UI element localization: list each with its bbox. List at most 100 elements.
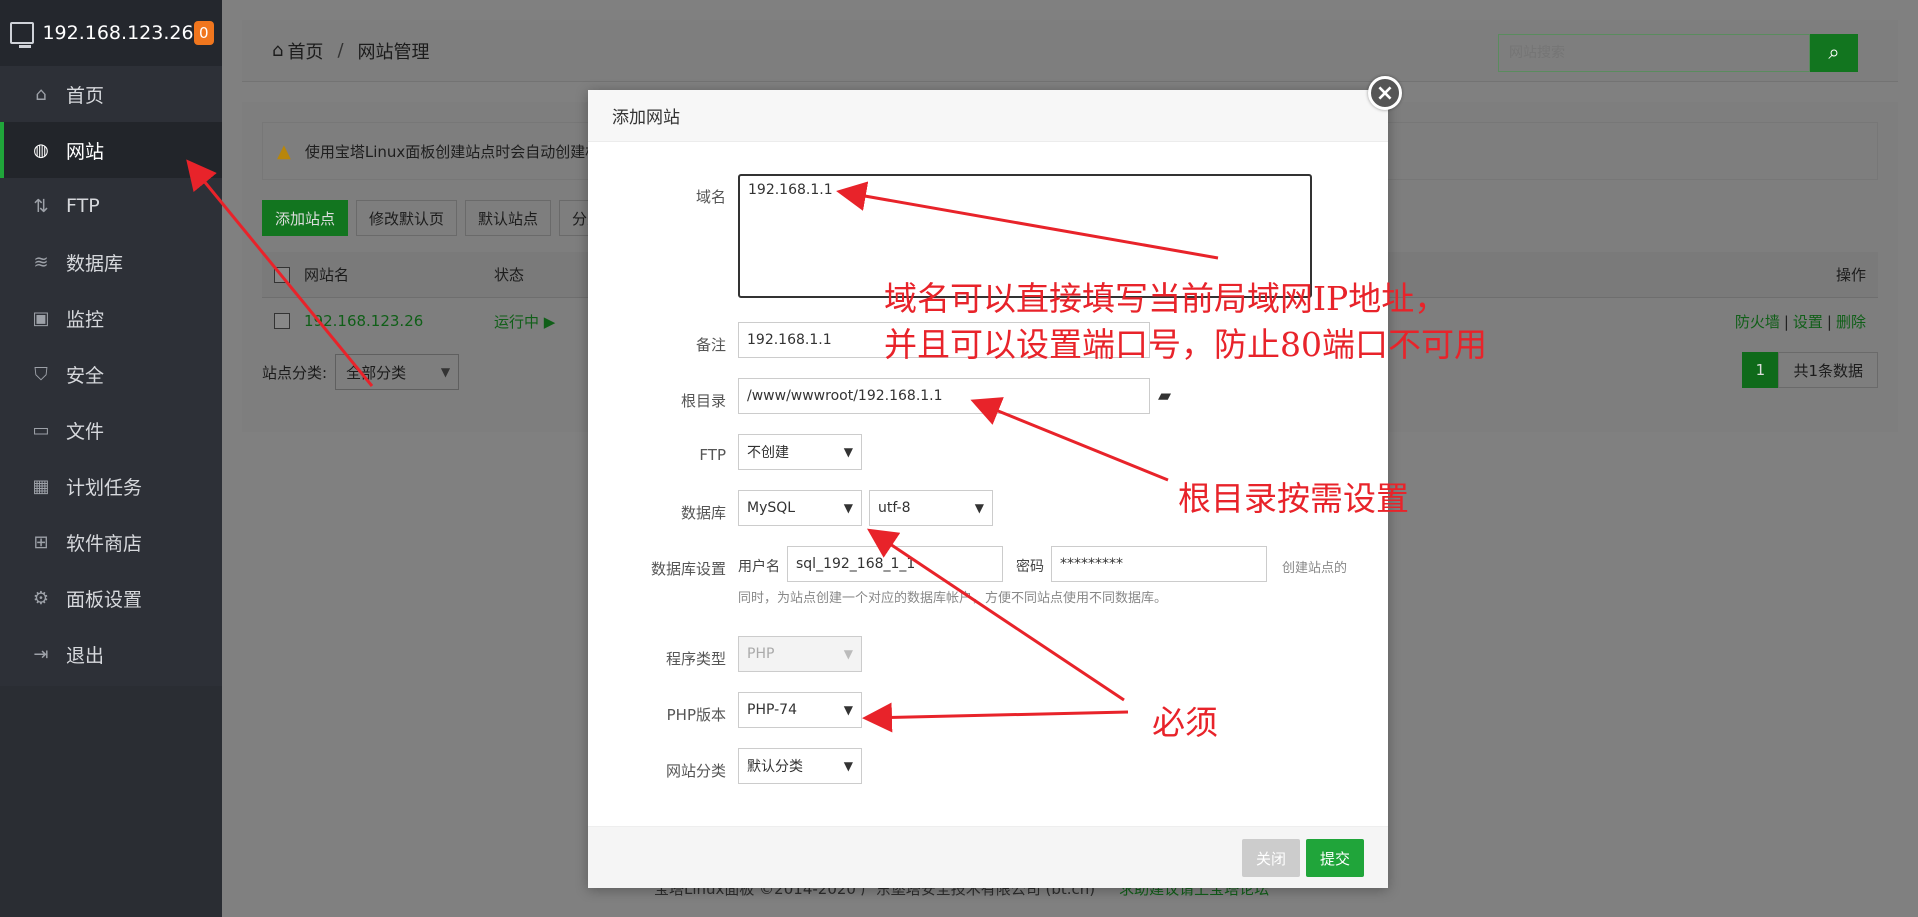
row-checkbox[interactable]: [274, 313, 290, 329]
sidebar-item-label: 首页: [66, 84, 105, 107]
apps-icon: ⊞: [33, 531, 49, 553]
logout-icon: ⇥: [33, 643, 49, 665]
root-label: 根目录: [680, 392, 726, 410]
breadcrumb-current: 网站管理: [357, 41, 430, 63]
host-ip: 192.168.123.26: [42, 22, 194, 44]
dialog-footer: 关闭 提交: [588, 826, 1388, 888]
page-number[interactable]: 1: [1742, 352, 1779, 388]
monitor-icon: [10, 22, 35, 48]
sidebar-lower: [0, 686, 222, 917]
chevron-down-icon: ▼: [843, 703, 853, 717]
php-version-select[interactable]: PHP-74 ▼: [738, 692, 862, 728]
chevron-down-icon: ▼: [974, 501, 984, 515]
breadcrumb: ⌂ 首页 / 网站管理 ⌕: [242, 20, 1898, 82]
sidebar-item-4[interactable]: ▣ 监控: [0, 290, 222, 346]
db-hint-1: 创建站点的: [1282, 561, 1348, 576]
row-ops: 防火墙 | 设置 | 删除: [1734, 312, 1866, 331]
db-username-input[interactable]: sql_192_168_1_1: [787, 546, 1003, 582]
host-header: 192.168.123.26 0: [0, 0, 222, 66]
sidebar-item-label: 软件商店: [66, 532, 143, 555]
root-dir-input[interactable]: /www/wwwroot/192.168.1.1: [738, 378, 1150, 414]
sidebar-item-0[interactable]: ⌂ 首页: [0, 66, 222, 122]
username-label: 用户名: [738, 559, 780, 575]
charset-select[interactable]: utf-8 ▼: [869, 490, 993, 526]
annotation-domain-1: 域名可以直接填写当前局域网IP地址，: [884, 279, 1448, 318]
globe-icon: ◍: [33, 139, 49, 161]
php-version-label: PHP版本: [666, 706, 726, 724]
ftp-label: FTP: [699, 446, 726, 464]
ftp-icon: ⇅: [33, 195, 49, 217]
modify-default-page-button[interactable]: 修改默认页: [356, 200, 458, 236]
folder-open-icon[interactable]: ▰: [1158, 386, 1171, 406]
chevron-down-icon: ▼: [440, 365, 451, 379]
filter-label: 站点分类:: [262, 363, 328, 382]
site-category-label: 网站分类: [665, 762, 726, 780]
close-icon[interactable]: ×: [1368, 76, 1402, 110]
gear-icon: ⚙: [32, 587, 50, 609]
sidebar-item-label: 计划任务: [66, 476, 143, 499]
home-icon[interactable]: ⌂: [272, 40, 283, 61]
sidebar-item-label: 数据库: [66, 252, 124, 275]
site-category-select[interactable]: 默认分类 ▼: [738, 748, 862, 784]
sidebar-item-2[interactable]: ⇅ FTP: [0, 178, 222, 234]
ftp-select[interactable]: 不创建 ▼: [738, 434, 862, 470]
home-icon: ⌂: [35, 83, 47, 105]
sidebar-item-7[interactable]: ▦ 计划任务: [0, 458, 222, 514]
chevron-down-icon: ▼: [843, 759, 853, 773]
sidebar-item-5[interactable]: ⛉ 安全: [0, 346, 222, 402]
select-all-checkbox[interactable]: [274, 266, 290, 283]
pagination: 1 共1条数据: [1742, 352, 1878, 388]
site-status[interactable]: 运行中 ▶: [494, 311, 555, 332]
program-type-label: 程序类型: [665, 650, 726, 668]
domain-label: 域名: [695, 188, 726, 206]
sidebar-item-9[interactable]: ⚙ 面板设置: [0, 570, 222, 626]
sidebar-item-10[interactable]: ⇥ 退出: [0, 626, 222, 682]
add-site-button[interactable]: 添加站点: [262, 200, 349, 236]
sidebar-item-label: 面板设置: [66, 588, 143, 611]
breadcrumb-home[interactable]: 首页: [287, 38, 323, 64]
warning-text: 使用宝塔Linux面板创建站点时会自动创建权: [304, 142, 601, 161]
cancel-button[interactable]: 关闭: [1242, 839, 1301, 877]
col-status[interactable]: 状态: [494, 264, 524, 285]
warning-icon: ▲: [277, 140, 291, 162]
db-password-input[interactable]: *********: [1051, 546, 1267, 582]
search-icon: ⌕: [1828, 41, 1840, 64]
db-hint-2: 同时，为站点创建一个对应的数据库帐户，方便不同站点使用不同数据库。: [738, 591, 1168, 606]
sidebar-item-1[interactable]: ◍ 网站: [0, 122, 222, 178]
total-count: 共1条数据: [1778, 352, 1878, 388]
search-button[interactable]: ⌕: [1810, 34, 1858, 72]
annotation-root: 根目录按需设置: [1178, 479, 1409, 518]
search-input[interactable]: [1498, 34, 1810, 72]
annotation-required: 必须: [1152, 703, 1218, 742]
database-select[interactable]: MySQL ▼: [738, 490, 862, 526]
col-name[interactable]: 网站名: [304, 264, 494, 285]
monitor-icon: ▣: [32, 307, 50, 329]
database-icon: ≋: [33, 251, 49, 273]
delete-link[interactable]: 删除: [1836, 313, 1866, 331]
nav-list: ⌂ 首页 ◍ 网站 ⇅ FTP ≋ 数据库 ▣ 监控 ⛉ 安全 ▭ 文件 ▦ 计划任务 ⊞ 软件商店 ⚙ 面板设置 ⇥ 退…: [0, 66, 222, 682]
sidebar-item-6[interactable]: ▭ 文件: [0, 402, 222, 458]
sidebar-item-label: FTP: [66, 195, 100, 217]
chevron-down-icon: ▼: [843, 647, 853, 661]
program-type-select: PHP ▼: [738, 636, 862, 672]
firewall-link[interactable]: 防火墙: [1735, 313, 1780, 331]
chevron-down-icon: ▼: [843, 445, 853, 459]
search-box: ⌕: [1498, 34, 1858, 72]
notification-badge[interactable]: 0: [193, 21, 214, 45]
submit-button[interactable]: 提交: [1306, 839, 1365, 877]
folder-icon: ▭: [32, 419, 50, 441]
breadcrumb-separator: /: [337, 40, 344, 61]
sidebar-item-label: 退出: [66, 644, 105, 667]
annotation-domain-2: 并且可以设置端口号，防止80端口不可用: [884, 325, 1487, 364]
remark-label: 备注: [695, 336, 726, 354]
col-ops: 操作: [1835, 266, 1866, 284]
category-filter-select[interactable]: 全部分类 ▼: [335, 354, 460, 390]
calendar-icon: ▦: [32, 475, 50, 497]
db-settings-label: 数据库设置: [650, 560, 726, 578]
sidebar-item-label: 监控: [66, 308, 105, 331]
settings-link[interactable]: 设置: [1793, 313, 1823, 331]
site-name-link[interactable]: 192.168.123.26: [304, 312, 494, 330]
sidebar-item-8[interactable]: ⊞ 软件商店: [0, 514, 222, 570]
sidebar-item-3[interactable]: ≋ 数据库: [0, 234, 222, 290]
default-site-button[interactable]: 默认站点: [465, 200, 552, 236]
